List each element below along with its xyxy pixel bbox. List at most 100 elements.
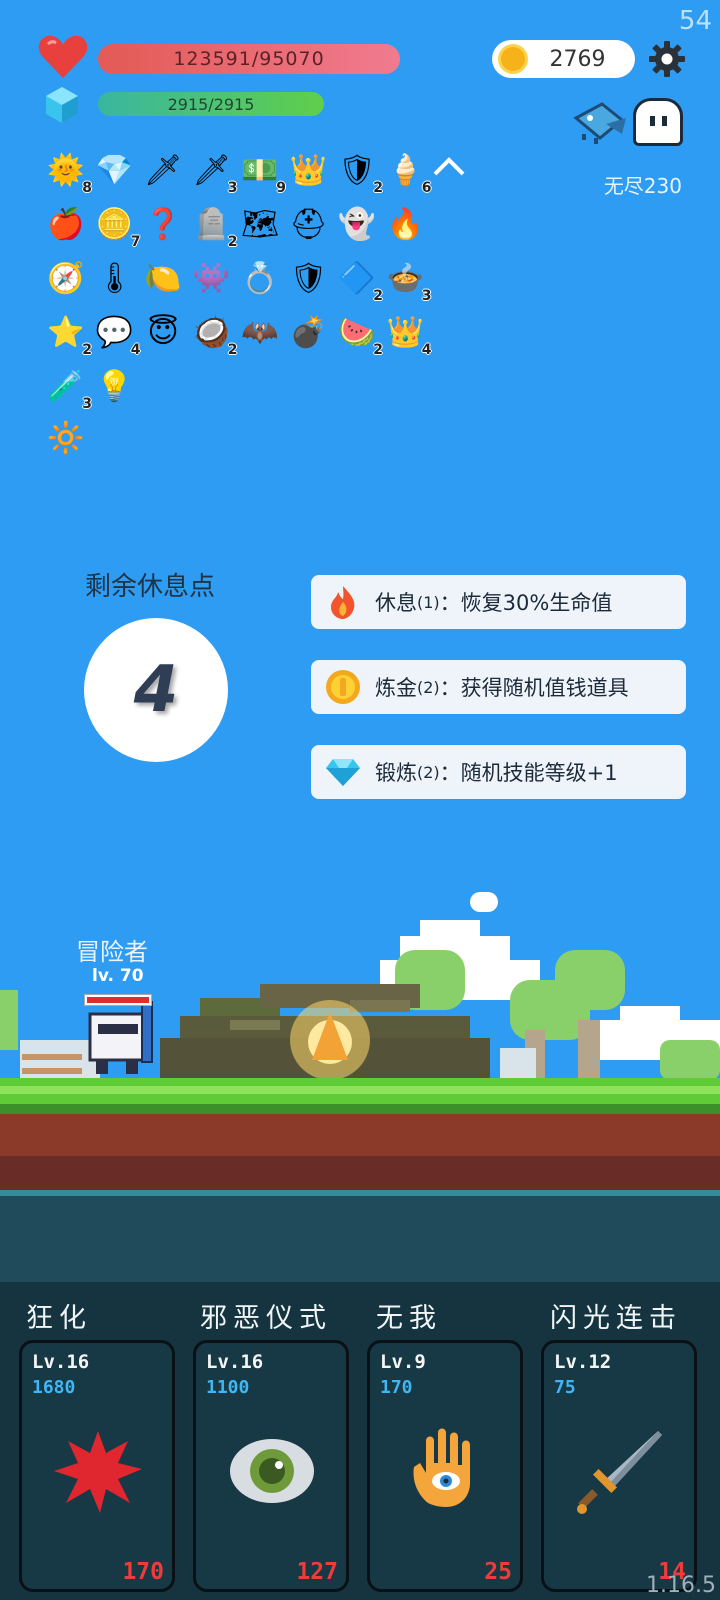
- diamond-icon: [325, 754, 361, 790]
- ghost-mode-icon[interactable]: [633, 98, 683, 146]
- option-name: 炼金: [375, 676, 417, 700]
- grenade-icon[interactable]: 💣: [287, 310, 331, 354]
- hook-icon[interactable]: ❓: [141, 202, 185, 246]
- item-glyph: ❓: [144, 206, 182, 242]
- halo-icon[interactable]: 😇: [141, 310, 185, 354]
- rest-points-value: 4: [84, 618, 228, 762]
- item-glyph: 👻: [338, 206, 376, 242]
- option-count: (2): [417, 677, 440, 697]
- torch-icon[interactable]: 🔥: [384, 202, 428, 246]
- option-count: (1): [417, 592, 440, 612]
- item-count: 2: [373, 288, 383, 304]
- coin-stack-icon[interactable]: 🪙 7: [93, 202, 141, 251]
- blood-splat-icon: [54, 1431, 142, 1513]
- item-glyph: ⛑: [289, 206, 328, 242]
- item-glyph: 🍋: [144, 260, 182, 296]
- hp-bar: 123591/95070: [98, 44, 400, 74]
- option-desc: ：随机技能等级+1: [439, 761, 618, 785]
- tombstone-icon[interactable]: 🪦 2: [190, 202, 238, 251]
- item-glyph: 🔆: [47, 420, 85, 456]
- steel-sword-icon[interactable]: 🗡 3: [190, 148, 237, 197]
- potion-flask-icon[interactable]: 🧪 3: [44, 364, 92, 413]
- item-count: 9: [276, 180, 286, 196]
- coconut-icon[interactable]: 🥥 2: [190, 310, 238, 359]
- watermelon-icon[interactable]: 🍉 2: [335, 310, 383, 359]
- ice-cream-icon[interactable]: 🍦 6: [384, 148, 432, 197]
- settings-gear-icon[interactable]: [648, 40, 686, 78]
- train-option-button[interactable]: 锻炼 (2) ：随机技能等级+1: [311, 745, 686, 799]
- item-count: 2: [373, 342, 383, 358]
- item-glyph: 🧭: [47, 260, 85, 296]
- eye-icon: [230, 1439, 314, 1503]
- option-desc: ：恢复30%生命值: [439, 591, 613, 615]
- skill-level: Lv.12: [554, 1351, 612, 1373]
- crown-icon[interactable]: 👑: [287, 148, 331, 192]
- item-glyph: 👾: [192, 260, 231, 296]
- item-glyph: 🍲: [386, 260, 425, 296]
- option-name: 休息: [375, 591, 417, 615]
- star-card-icon[interactable]: ⭐ 2: [44, 310, 92, 359]
- chevron-up-icon[interactable]: [432, 154, 466, 178]
- skill-name: 狂化: [26, 1303, 92, 1334]
- item-count: 2: [227, 342, 238, 358]
- skill-cost: 1100: [206, 1377, 250, 1398]
- fire-icon: [325, 584, 361, 620]
- mp-bar: 2915/2915: [98, 92, 324, 116]
- alchemy-option-button[interactable]: 炼金 (2) ：获得随机值钱道具: [311, 660, 686, 714]
- rest-option-button[interactable]: 休息 (1) ：恢复30%生命值: [311, 575, 686, 629]
- item-glyph: 👑: [289, 152, 328, 188]
- helmet-icon[interactable]: ⛑: [287, 202, 331, 246]
- gold-crown-icon[interactable]: 👑 4: [384, 310, 432, 359]
- item-glyph: 💍: [241, 260, 279, 296]
- lime-icon[interactable]: 🍋: [141, 256, 185, 300]
- sword-icon[interactable]: 🗡: [141, 148, 185, 192]
- item-count: 6: [421, 180, 432, 196]
- ghost-icon[interactable]: 👻: [335, 202, 379, 246]
- skill-card[interactable]: Lv.12 75 14: [541, 1340, 697, 1592]
- bat-icon[interactable]: 🦇: [238, 310, 282, 354]
- compass-icon[interactable]: 🧭: [44, 256, 88, 300]
- item-glyph: 🛡: [289, 260, 328, 296]
- item-glyph: 🌞: [47, 152, 85, 188]
- ruby-icon[interactable]: 💎: [93, 148, 137, 192]
- sun-icon[interactable]: 🌞 8: [44, 148, 92, 197]
- option-name: 锻炼: [375, 761, 417, 785]
- item-glyph: 💎: [95, 152, 134, 188]
- skill-card[interactable]: Lv.9 170 25: [367, 1340, 523, 1592]
- player-knight: [88, 1001, 153, 1074]
- lightbulb-icon[interactable]: 💡: [93, 364, 137, 408]
- skill-value: 25: [484, 1559, 512, 1585]
- item-glyph: 🪦: [192, 206, 231, 242]
- skill-name: 闪光连击: [550, 1303, 682, 1334]
- skill-card[interactable]: Lv.16 1680 170: [19, 1340, 175, 1592]
- coin-icon: [498, 44, 528, 74]
- player-hp-bar: [84, 994, 152, 1006]
- player-name: 冒险者: [76, 938, 148, 966]
- item-glyph: 🗺: [240, 206, 280, 242]
- coin-counter: 2769: [492, 40, 635, 78]
- skill-level: Lv.16: [32, 1351, 90, 1373]
- shield-round-icon[interactable]: 🛡 2: [335, 148, 383, 197]
- skill-cost: 170: [380, 1377, 413, 1398]
- thermometer-icon[interactable]: 🌡: [93, 256, 137, 300]
- treasure-map-icon[interactable]: 🗺: [238, 202, 282, 246]
- skill-level: Lv.9: [380, 1351, 426, 1373]
- speech-bubble-icon[interactable]: 💬 4: [93, 310, 141, 359]
- sapphire-icon[interactable]: 🔷 2: [335, 256, 383, 305]
- ring-icon[interactable]: 💍: [238, 256, 282, 300]
- skill-name: 无我: [376, 1303, 442, 1334]
- apple-icon[interactable]: 🍎: [44, 202, 88, 246]
- item-glyph: 🗡: [192, 152, 231, 188]
- money-heart-icon[interactable]: 💵 9: [238, 148, 286, 197]
- option-count: (2): [417, 762, 440, 782]
- item-glyph: 💣: [289, 314, 328, 350]
- skill-value: 170: [122, 1559, 164, 1585]
- item-glyph: ⭐: [47, 314, 85, 350]
- cauldron-icon[interactable]: 🍲 3: [384, 256, 432, 305]
- fish-map-icon[interactable]: [572, 98, 628, 144]
- skill-card[interactable]: Lv.16 1100 127: [193, 1340, 349, 1592]
- shield-icon[interactable]: 🛡: [287, 256, 331, 300]
- green-monster-icon[interactable]: 👾: [190, 256, 234, 300]
- item-glyph: 🛡: [337, 152, 377, 188]
- glowing-card-icon[interactable]: 🔆: [44, 416, 88, 460]
